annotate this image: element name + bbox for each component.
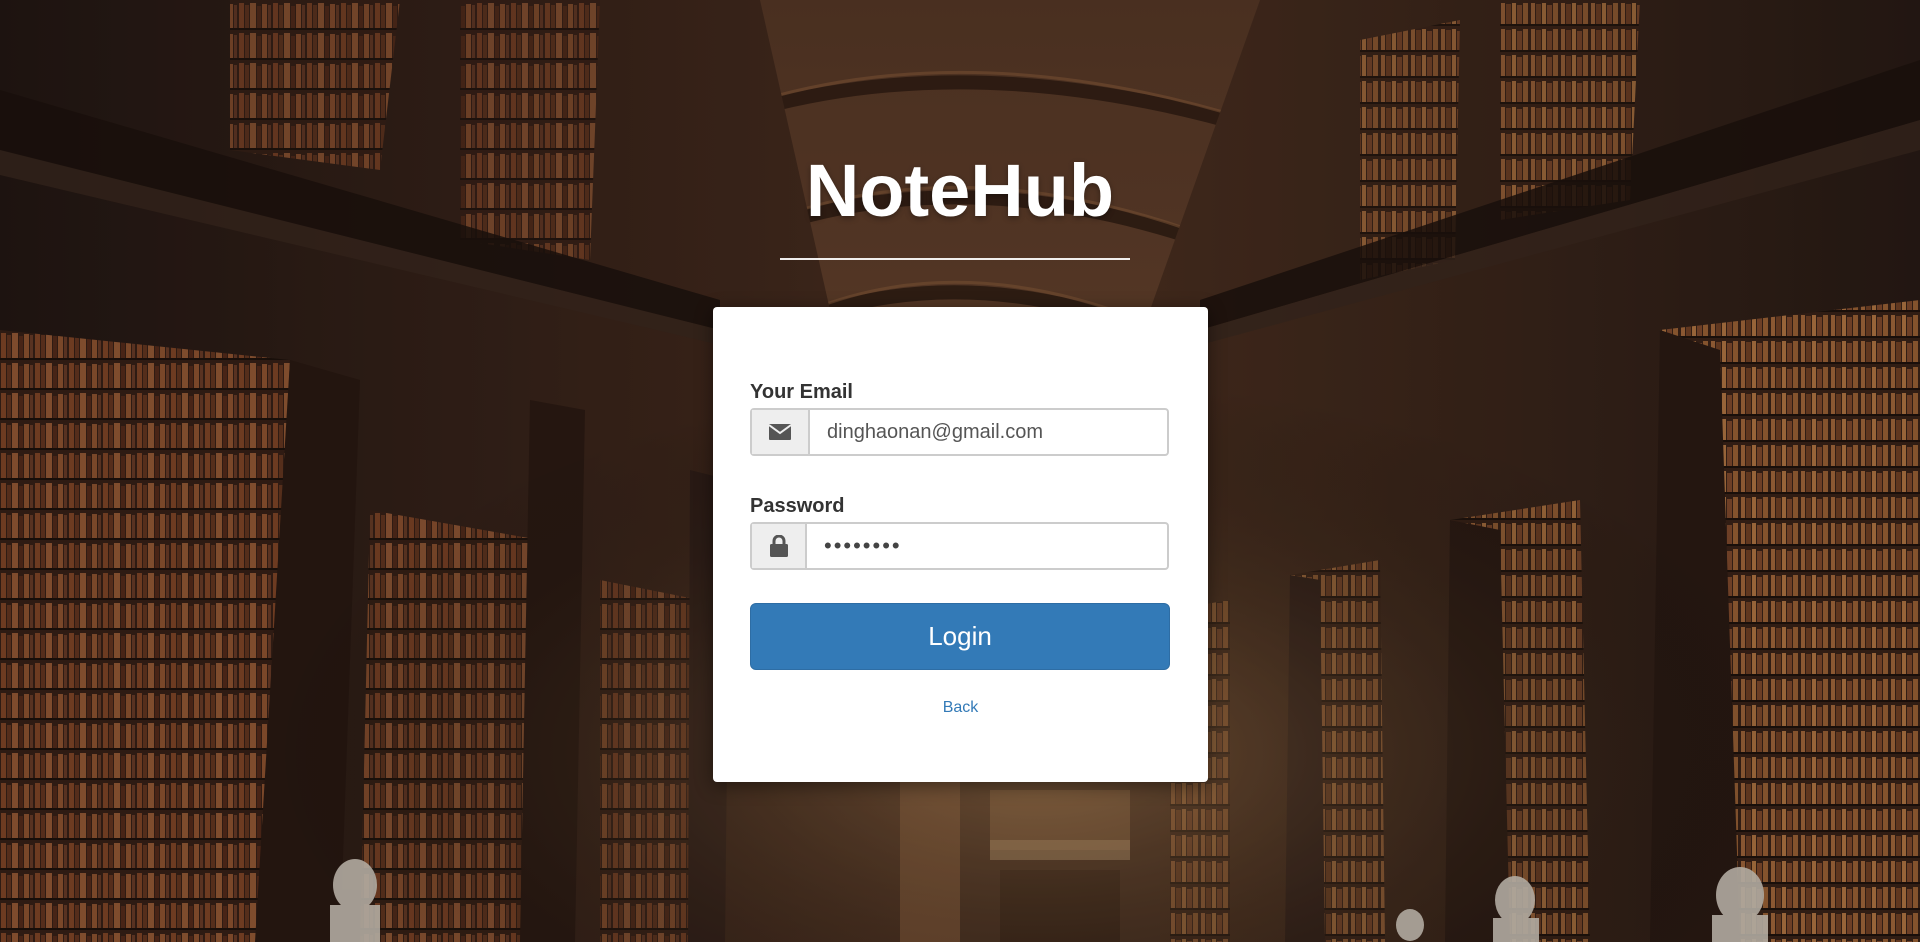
email-input[interactable] <box>810 410 1167 454</box>
password-input[interactable] <box>807 524 1167 568</box>
password-input-group <box>750 522 1169 570</box>
app-brand-title: NoteHub <box>805 149 1115 232</box>
email-input-group <box>750 408 1169 456</box>
login-button[interactable]: Login <box>750 603 1170 670</box>
envelope-icon <box>752 410 810 454</box>
password-label: Password <box>750 495 845 517</box>
back-link[interactable]: Back <box>713 699 1208 717</box>
brand-underline-divider <box>780 258 1130 260</box>
login-card: Your Email Password Login Back <box>713 307 1208 782</box>
email-label: Your Email <box>750 381 853 403</box>
lock-icon <box>752 524 807 568</box>
